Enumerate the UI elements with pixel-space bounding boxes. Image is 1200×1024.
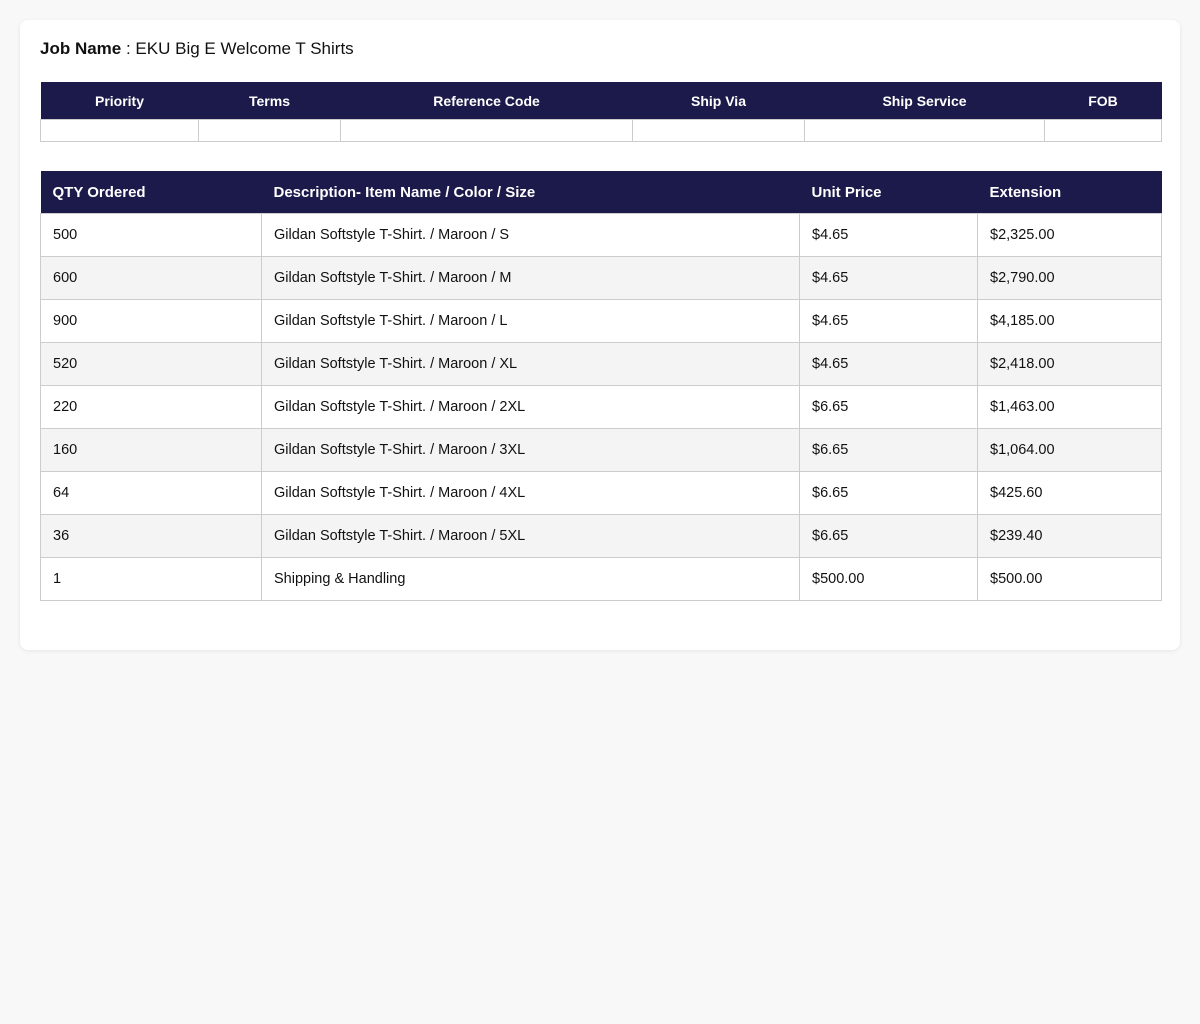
- qty-cell: 1: [40, 557, 262, 601]
- qty-cell: 36: [40, 514, 262, 558]
- order-meta-table: Priority Terms Reference Code Ship Via S…: [40, 82, 1162, 142]
- qty-cell: 600: [40, 256, 262, 300]
- meta-value-ship-via: [632, 119, 805, 142]
- items-header-description: Description- Item Name / Color / Size: [261, 171, 800, 214]
- job-name-separator: :: [121, 39, 136, 58]
- description-cell: Shipping & Handling: [261, 557, 800, 601]
- unit-price-cell: $6.65: [799, 385, 978, 429]
- job-name-value: EKU Big E Welcome T Shirts: [135, 39, 354, 58]
- table-row: 600 Gildan Softstyle T-Shirt. / Maroon /…: [40, 256, 1162, 300]
- table-row: 64 Gildan Softstyle T-Shirt. / Maroon / …: [40, 471, 1162, 515]
- description-cell: Gildan Softstyle T-Shirt. / Maroon / S: [261, 213, 800, 257]
- table-row: 520 Gildan Softstyle T-Shirt. / Maroon /…: [40, 342, 1162, 386]
- unit-price-cell: $6.65: [799, 471, 978, 515]
- extension-cell: $2,325.00: [977, 213, 1162, 257]
- description-cell: Gildan Softstyle T-Shirt. / Maroon / M: [261, 256, 800, 300]
- extension-cell: $2,790.00: [977, 256, 1162, 300]
- meta-header-ship-via: Ship Via: [632, 82, 805, 120]
- qty-cell: 160: [40, 428, 262, 472]
- extension-cell: $425.60: [977, 471, 1162, 515]
- meta-value-terms: [198, 119, 341, 142]
- meta-value-reference-code: [340, 119, 633, 142]
- description-cell: Gildan Softstyle T-Shirt. / Maroon / 3XL: [261, 428, 800, 472]
- items-header-unit-price: Unit Price: [799, 171, 978, 214]
- extension-cell: $239.40: [977, 514, 1162, 558]
- description-cell: Gildan Softstyle T-Shirt. / Maroon / 4XL: [261, 471, 800, 515]
- description-cell: Gildan Softstyle T-Shirt. / Maroon / 5XL: [261, 514, 800, 558]
- unit-price-cell: $500.00: [799, 557, 978, 601]
- unit-price-cell: $6.65: [799, 514, 978, 558]
- table-row: 1 Shipping & Handling $500.00 $500.00: [40, 557, 1162, 601]
- items-header-extension: Extension: [977, 171, 1162, 214]
- extension-cell: $500.00: [977, 557, 1162, 601]
- qty-cell: 500: [40, 213, 262, 257]
- meta-value-ship-service: [804, 119, 1045, 142]
- table-row: 36 Gildan Softstyle T-Shirt. / Maroon / …: [40, 514, 1162, 558]
- extension-cell: $1,064.00: [977, 428, 1162, 472]
- unit-price-cell: $6.65: [799, 428, 978, 472]
- meta-header-terms: Terms: [198, 82, 341, 120]
- table-row: 160 Gildan Softstyle T-Shirt. / Maroon /…: [40, 428, 1162, 472]
- extension-cell: $1,463.00: [977, 385, 1162, 429]
- unit-price-cell: $4.65: [799, 299, 978, 343]
- items-header-row: QTY Ordered Description- Item Name / Col…: [40, 171, 1162, 214]
- unit-price-cell: $4.65: [799, 342, 978, 386]
- table-row: 500 Gildan Softstyle T-Shirt. / Maroon /…: [40, 213, 1162, 257]
- meta-header-ship-service: Ship Service: [804, 82, 1045, 120]
- table-row: 900 Gildan Softstyle T-Shirt. / Maroon /…: [40, 299, 1162, 343]
- qty-cell: 64: [40, 471, 262, 515]
- qty-cell: 520: [40, 342, 262, 386]
- meta-header-reference-code: Reference Code: [340, 82, 633, 120]
- meta-header-priority: Priority: [40, 82, 199, 120]
- extension-cell: $4,185.00: [977, 299, 1162, 343]
- unit-price-cell: $4.65: [799, 256, 978, 300]
- qty-cell: 900: [40, 299, 262, 343]
- meta-value-row: [40, 119, 1162, 142]
- meta-header-fob: FOB: [1044, 82, 1162, 120]
- meta-header-row: Priority Terms Reference Code Ship Via S…: [40, 82, 1162, 120]
- job-name-label: Job Name: [40, 39, 122, 58]
- meta-value-priority: [40, 119, 199, 142]
- table-row: 220 Gildan Softstyle T-Shirt. / Maroon /…: [40, 385, 1162, 429]
- description-cell: Gildan Softstyle T-Shirt. / Maroon / XL: [261, 342, 800, 386]
- order-card: Job Name : EKU Big E Welcome T Shirts Pr…: [20, 20, 1180, 650]
- meta-value-fob: [1044, 119, 1162, 142]
- description-cell: Gildan Softstyle T-Shirt. / Maroon / L: [261, 299, 800, 343]
- job-name-line: Job Name : EKU Big E Welcome T Shirts: [40, 38, 354, 60]
- description-cell: Gildan Softstyle T-Shirt. / Maroon / 2XL: [261, 385, 800, 429]
- qty-cell: 220: [40, 385, 262, 429]
- line-items-table: QTY Ordered Description- Item Name / Col…: [40, 171, 1162, 601]
- extension-cell: $2,418.00: [977, 342, 1162, 386]
- unit-price-cell: $4.65: [799, 213, 978, 257]
- items-header-qty: QTY Ordered: [40, 171, 262, 214]
